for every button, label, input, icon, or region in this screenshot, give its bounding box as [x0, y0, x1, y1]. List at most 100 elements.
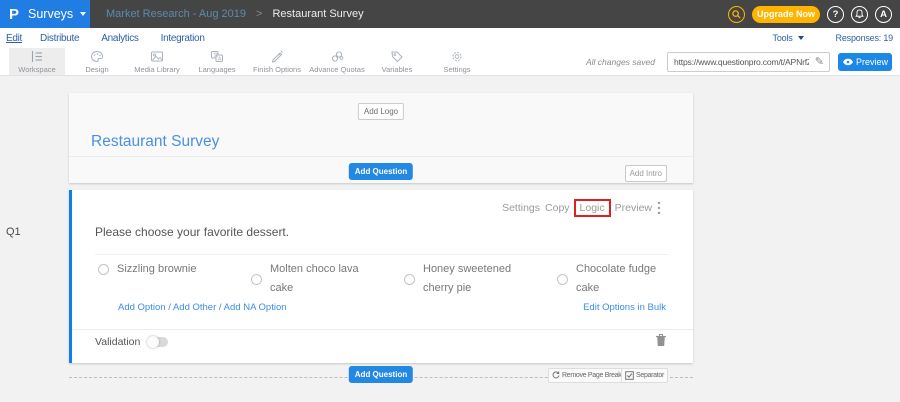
- design-icon: [90, 50, 104, 63]
- separator-label: Separator: [636, 372, 664, 379]
- radio-icon[interactable]: [251, 274, 262, 285]
- option-label[interactable]: Molten choco lava cake: [270, 260, 364, 299]
- add-intro-button[interactable]: Add Intro: [625, 165, 667, 182]
- question-action-preview[interactable]: Preview: [615, 202, 652, 214]
- toggle-knob: [147, 336, 159, 348]
- tab-edit[interactable]: Edit: [6, 33, 22, 44]
- option-links: Add Option / Add Other / Add NA Option: [118, 302, 287, 313]
- breadcrumb-parent[interactable]: Market Research - Aug 2019: [106, 8, 246, 20]
- help-button[interactable]: ?: [827, 6, 844, 23]
- app-logo-block[interactable]: P Surveys: [0, 0, 90, 28]
- tools-label: Tools: [773, 33, 793, 43]
- remove-page-break-button[interactable]: Remove Page Break: [548, 368, 626, 383]
- responses-count[interactable]: Responses: 19: [836, 33, 893, 43]
- option-label[interactable]: Honey sweetened cherry pie: [423, 260, 517, 299]
- survey-header-card: Add Logo Restaurant Survey Add Question …: [69, 93, 693, 183]
- add-question-button-bottom[interactable]: Add Question: [349, 366, 413, 383]
- finish-options-icon: [270, 50, 284, 63]
- survey-url-box: ✎: [667, 52, 830, 72]
- add-na-option-link[interactable]: Add NA Option: [224, 302, 287, 313]
- question-number-label: Q1: [6, 226, 21, 238]
- toolbar-item-finish-options[interactable]: Finish Options: [249, 48, 305, 75]
- option-label[interactable]: Chocolate fudge cake: [576, 260, 670, 299]
- question-actions: Settings Copy Logic Preview: [497, 199, 661, 217]
- surveys-menu-label: Surveys: [28, 7, 73, 21]
- separator-toggle[interactable]: Separator: [621, 368, 668, 383]
- breadcrumb: Market Research - Aug 2019 > Restaurant …: [106, 8, 364, 20]
- divider: [69, 156, 693, 157]
- top-header: P Surveys Market Research - Aug 2019 > R…: [0, 0, 900, 28]
- tools-dropdown[interactable]: Tools: [773, 33, 804, 43]
- toolbar-item-workspace[interactable]: Workspace: [9, 48, 65, 75]
- validation-label: Validation: [95, 336, 140, 348]
- question-text[interactable]: Please choose your favorite dessert.: [95, 225, 289, 239]
- divider: [72, 329, 693, 330]
- search-button[interactable]: [728, 6, 745, 23]
- variables-icon: [390, 50, 404, 63]
- option-chocolate-fudge-cake[interactable]: Chocolate fudge cake: [557, 260, 710, 299]
- toolbar-label: Settings: [443, 65, 470, 74]
- questionpro-logo: P: [9, 6, 19, 23]
- tab-distribute[interactable]: Distribute: [40, 33, 79, 44]
- remove-page-break-label: Remove Page Break: [562, 372, 622, 379]
- option-honey-sweetened-cherry-pie[interactable]: Honey sweetened cherry pie: [404, 260, 557, 299]
- toolbar-label: Media Library: [134, 65, 179, 74]
- toolbar-label: Finish Options: [253, 65, 301, 74]
- avatar: A: [880, 9, 887, 20]
- question-card: Settings Copy Logic Preview Please choos…: [69, 190, 693, 363]
- save-status: All changes saved: [586, 57, 655, 67]
- preview-button[interactable]: Preview: [838, 53, 892, 71]
- chevron-down-icon: [80, 12, 86, 16]
- option-molten-choco-lava-cake[interactable]: Molten choco lava cake: [251, 260, 404, 299]
- toolbar-item-advance-quotas[interactable]: Advance Quotas: [309, 48, 365, 75]
- toolbar-item-languages[interactable]: 文A Languages: [189, 48, 245, 75]
- validation-toggle[interactable]: [148, 337, 168, 347]
- answer-options: Sizzling brownie Molten choco lava cake …: [98, 260, 710, 299]
- media-library-icon: [150, 50, 164, 63]
- eye-icon: [842, 58, 854, 66]
- settings-icon: [450, 50, 464, 63]
- help-icon: ?: [833, 9, 839, 20]
- question-action-copy[interactable]: Copy: [545, 202, 570, 214]
- radio-icon[interactable]: [557, 274, 568, 285]
- option-sizzling-brownie[interactable]: Sizzling brownie: [98, 260, 251, 279]
- toolbar-item-media-library[interactable]: Media Library: [129, 48, 185, 75]
- search-icon: [732, 10, 741, 19]
- add-question-button-top[interactable]: Add Question: [349, 163, 413, 180]
- breadcrumb-current: Restaurant Survey: [272, 8, 363, 20]
- account-button[interactable]: A: [875, 6, 892, 23]
- upgrade-now-button[interactable]: Upgrade Now: [752, 6, 820, 23]
- toolbar-item-design[interactable]: Design: [69, 48, 125, 75]
- survey-url-input[interactable]: [668, 57, 811, 67]
- advance-quotas-icon: [330, 50, 344, 63]
- languages-icon: 文A: [210, 50, 224, 63]
- bell-icon: [855, 9, 864, 19]
- toolbar-label: Workspace: [18, 65, 55, 74]
- main-nav-tabs: Edit Distribute Analytics Integration To…: [0, 28, 900, 48]
- edit-url-icon[interactable]: ✎: [811, 55, 829, 68]
- preview-label: Preview: [856, 57, 888, 67]
- workspace-icon: [30, 50, 44, 63]
- svg-text:A: A: [218, 56, 222, 62]
- toolbar-item-settings[interactable]: Settings: [429, 48, 485, 75]
- toolbar-item-variables[interactable]: Variables: [369, 48, 425, 75]
- add-other-link[interactable]: Add Other: [173, 302, 216, 313]
- chevron-down-icon: [798, 36, 804, 40]
- radio-icon[interactable]: [98, 264, 109, 275]
- add-option-link[interactable]: Add Option: [118, 302, 166, 313]
- more-options-icon[interactable]: [657, 201, 661, 215]
- question-action-settings[interactable]: Settings: [502, 202, 540, 214]
- divider: [95, 254, 669, 255]
- refresh-icon: [552, 371, 560, 380]
- tab-analytics[interactable]: Analytics: [101, 33, 138, 44]
- survey-title[interactable]: Restaurant Survey: [91, 133, 219, 151]
- question-action-logic[interactable]: Logic: [574, 199, 611, 217]
- notifications-button[interactable]: [851, 6, 868, 23]
- add-logo-button[interactable]: Add Logo: [358, 103, 404, 120]
- option-label[interactable]: Sizzling brownie: [117, 260, 211, 279]
- delete-question-icon[interactable]: [655, 333, 667, 352]
- toolbar-label: Variables: [382, 65, 413, 74]
- radio-icon[interactable]: [404, 274, 415, 285]
- tab-integration[interactable]: Integration: [161, 33, 205, 44]
- edit-options-in-bulk-link[interactable]: Edit Options in Bulk: [583, 302, 666, 313]
